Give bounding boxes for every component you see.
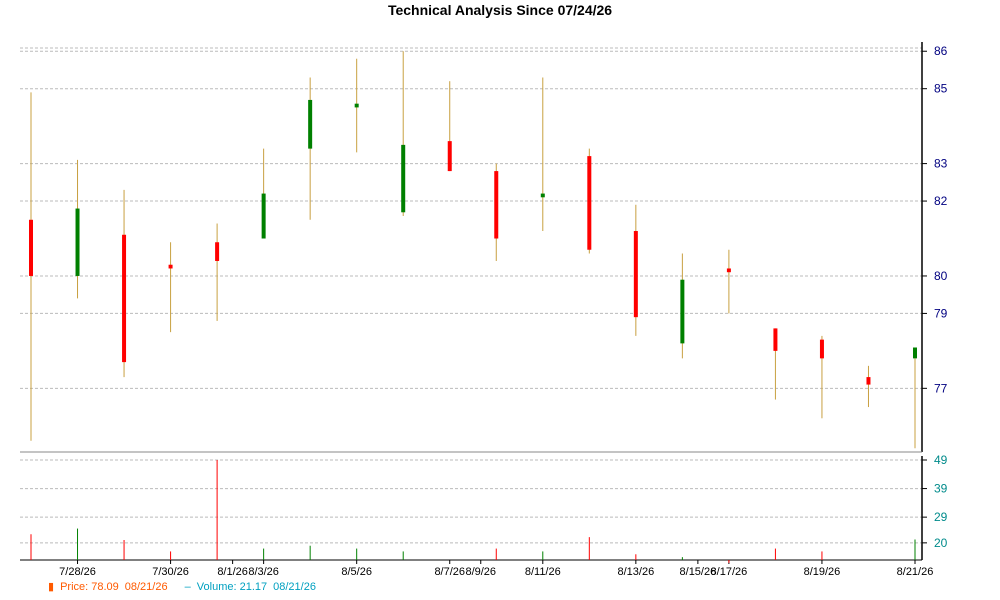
candle-body [308,99,313,149]
volume-layer [30,460,916,563]
candle-body [726,268,731,273]
candle-body [75,208,80,276]
price-legend-label: Price: 78.09 [60,581,119,593]
volume-tick-label: 49 [934,453,948,467]
x-tick-label: 8/17/26 [711,566,748,578]
volume-tick-label: 39 [934,482,948,496]
candle-body [215,242,220,261]
candle-body [913,347,917,359]
x-tick-label: 8/11/26 [525,566,561,578]
x-tick-label: 8/13/26 [617,566,654,578]
volume-tick-label: 29 [934,510,948,524]
candle-body [819,339,824,359]
price-tick-label: 85 [934,82,948,96]
x-tick-label: 8/19/26 [804,566,841,578]
x-tick-label: 7/28/26 [59,566,96,578]
x-tick-label: 8/5/26 [341,566,372,578]
candlestick-chart: 77 79 80 82 83 85 86 20 29 39 49 7/28/26 7/30/26 8/1/… [20,42,948,578]
candle-body [680,279,685,344]
axis-layer [20,42,927,564]
candle-body [866,377,871,385]
price-legend-icon: ▮ [48,581,55,593]
candle-body [401,144,406,213]
volume-legend-icon: – [184,581,191,593]
candle-body [168,264,173,269]
price-tick-label: 80 [934,269,948,283]
x-tick-label: 7/30/26 [152,566,189,578]
x-tick-label: 8/9/26 [465,566,496,578]
candle-body [261,193,266,239]
volume-tick-label: 20 [934,536,948,550]
candle-body [494,171,499,239]
price-tick-label: 86 [934,44,948,58]
price-tick-label: 79 [934,306,948,320]
label-layer: 77 79 80 82 83 85 86 20 29 39 49 7/28/26 7/30/26 8/1/… [59,44,947,578]
candle-body [122,234,127,363]
x-tick-label: 8/1/26 [217,566,248,578]
price-legend-date: 08/21/26 [124,581,168,593]
candle-body [633,231,638,318]
x-tick-label: 8/21/26 [897,566,934,578]
candle-body [540,193,545,198]
legend: ▮ Price: 78.09 08/21/26 – Volume: 21.17 08/2… [48,580,322,593]
candle-body [354,103,359,108]
volume-legend-label: Volume: 21.17 [196,581,268,593]
volume-legend-date: 08/21/26 [273,581,316,593]
grid-layer [20,47,922,544]
candle-body [587,156,592,250]
x-tick-label: 8/3/26 [248,566,279,578]
candle-body [29,219,33,276]
candle-body [773,328,778,351]
x-tick-label: 8/7/26 [434,566,465,578]
price-tick-label: 82 [934,194,948,208]
price-tick-label: 77 [934,381,948,395]
candle-body [447,141,452,172]
price-tick-label: 83 [934,157,948,171]
